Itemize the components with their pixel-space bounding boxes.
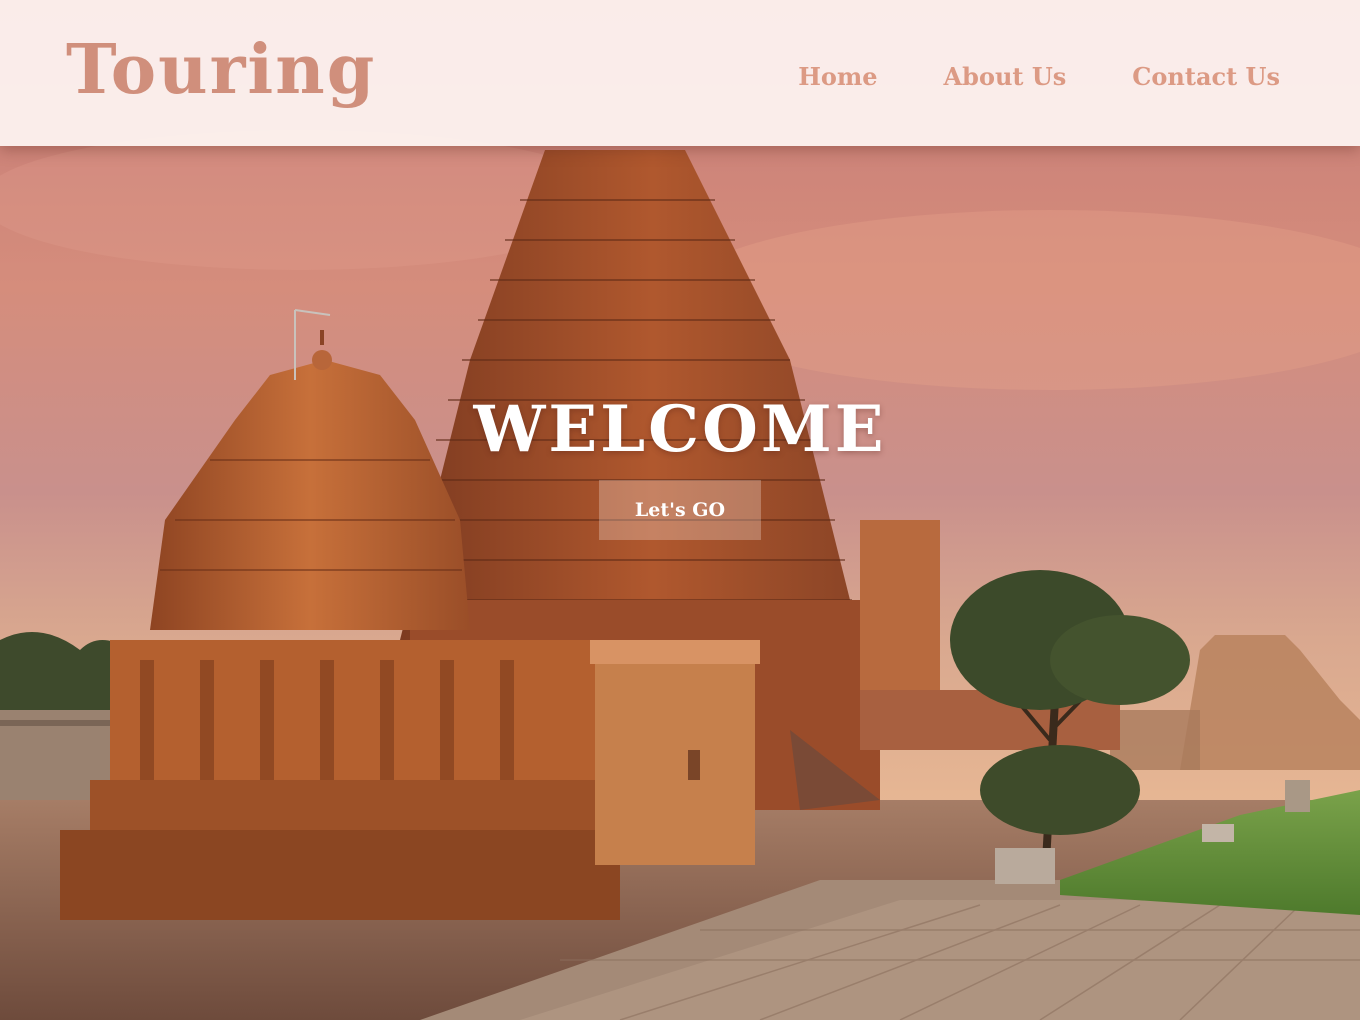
nav-link-home[interactable]: Home	[798, 58, 877, 96]
site-logo[interactable]: Touring	[66, 28, 376, 112]
main-nav: Home About Us Contact Us	[798, 58, 1280, 96]
nav-link-about-us[interactable]: About Us	[944, 58, 1067, 96]
hero-title: WELCOME	[473, 392, 887, 467]
landing-page: Touring Home About Us Contact Us WELCOME…	[0, 0, 1360, 1020]
top-navbar: Touring Home About Us Contact Us	[0, 0, 1360, 146]
lets-go-button[interactable]: Let's GO	[599, 480, 761, 540]
nav-link-contact-us[interactable]: Contact Us	[1132, 58, 1280, 96]
hero-section: WELCOME Let's GO	[0, 390, 1360, 540]
